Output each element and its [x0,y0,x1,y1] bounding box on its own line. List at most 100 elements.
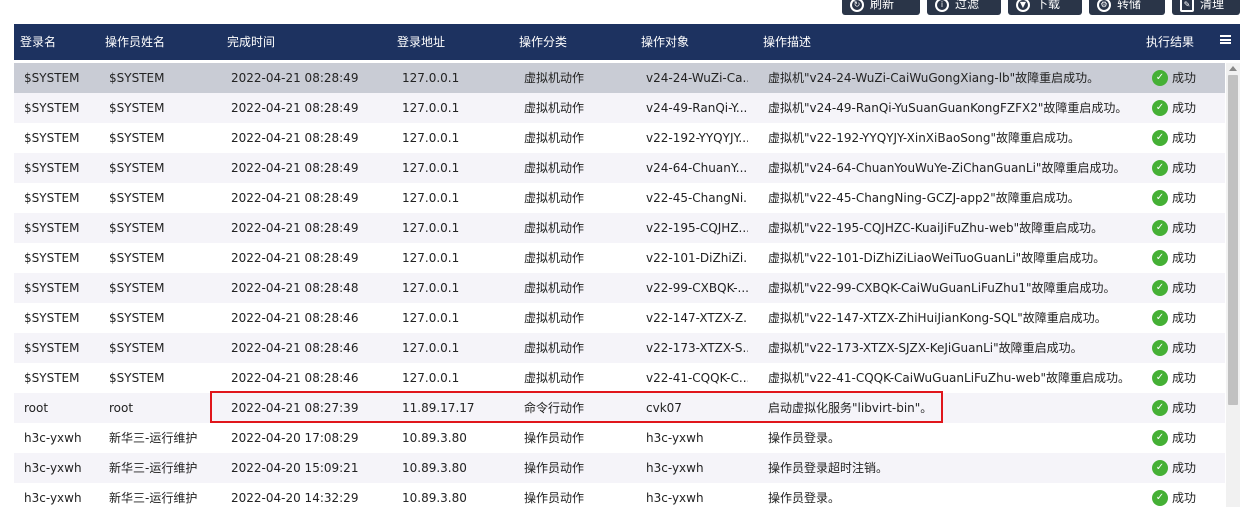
cell-operation-description: 操作员登录。 [768,491,841,505]
column-header-operator-name[interactable]: 操作员姓名 [105,24,165,60]
column-header-operation-target[interactable]: 操作对象 [641,24,689,60]
cell-finish-time: 2022-04-21 08:28:48 [231,281,359,295]
table-row[interactable]: $SYSTEM $SYSTEM 2022-04-21 08:28:49 127.0.0… [14,153,1225,183]
success-check-icon: ✓ [1152,370,1168,386]
cell-login-address: 127.0.0.1 [402,101,460,115]
filter-icon: i [935,0,949,12]
cell-operator-name: $SYSTEM [109,371,165,385]
cell-login-address: 127.0.0.1 [402,371,460,385]
cell-operation-target: v22-195-CQJHZ... [646,221,748,235]
column-header-finish-time[interactable]: 完成时间 [227,24,275,60]
cell-finish-time: 2022-04-21 08:28:49 [231,131,359,145]
cell-operator-name: 新华三-运行维护 [109,491,198,505]
cell-finish-time: 2022-04-21 08:28:49 [231,191,359,205]
scrollbar-thumb[interactable] [1228,75,1238,405]
success-check-icon: ✓ [1152,400,1168,416]
cell-result: ✓ 成功 [1152,183,1222,213]
scroll-up-arrow-icon[interactable] [1229,66,1237,71]
table-row[interactable]: $SYSTEM $SYSTEM 2022-04-21 08:28:49 127.0.0… [14,123,1225,153]
cell-finish-time: 2022-04-21 08:28:46 [231,311,359,325]
cell-operation-target: cvk07 [646,401,682,415]
cell-operator-name: 新华三-运行维护 [109,431,198,445]
cell-result: ✓ 成功 [1152,63,1222,93]
table-row[interactable]: $SYSTEM $SYSTEM 2022-04-21 08:28:49 127.0.0… [14,93,1225,123]
cell-login-address: 127.0.0.1 [402,131,460,145]
cell-login-name: $SYSTEM [24,191,80,205]
column-header-operation-description[interactable]: 操作描述 [763,24,811,60]
result-label: 成功 [1172,281,1197,295]
table-row[interactable]: h3c-yxwh 新华三-运行维护 2022-04-20 17:08:29 10.89… [14,423,1225,453]
table-row[interactable]: $SYSTEM $SYSTEM 2022-04-21 08:28:46 127.0.0… [14,303,1225,333]
table-row[interactable]: $SYSTEM $SYSTEM 2022-04-21 08:28:49 127.0.0… [14,183,1225,213]
cell-operator-name: $SYSTEM [109,161,165,175]
cell-operator-name: $SYSTEM [109,71,165,85]
cell-login-name: h3c-yxwh [24,431,82,445]
refresh-button[interactable]: ↻ 刷新 [842,0,920,15]
cell-operation-target: v24-64-ChuanY... [646,161,748,175]
refresh-icon: ↻ [850,0,864,12]
cell-operation-category: 虚拟机动作 [524,341,585,355]
cell-operation-category: 操作员动作 [524,431,585,445]
cell-result: ✓ 成功 [1152,243,1222,273]
cell-login-name: h3c-yxwh [24,461,82,475]
success-check-icon: ✓ [1152,220,1168,236]
cell-operation-category: 操作员动作 [524,461,585,475]
column-menu-icon[interactable] [1220,35,1231,44]
table-row[interactable]: $SYSTEM $SYSTEM 2022-04-21 08:28:46 127.0.0… [14,363,1225,393]
cell-login-name: $SYSTEM [24,341,80,355]
cell-login-name: $SYSTEM [24,311,80,325]
cell-operation-description: 启动虚拟化服务"libvirt-bin"。 [768,401,933,415]
cell-login-address: 127.0.0.1 [402,281,460,295]
cell-operation-description: 操作员登录超时注销。 [768,461,889,475]
cell-operation-category: 虚拟机动作 [524,101,585,115]
cell-login-address: 127.0.0.1 [402,191,460,205]
cell-result: ✓ 成功 [1152,423,1222,453]
column-header-operation-category[interactable]: 操作分类 [519,24,567,60]
export-button[interactable]: ⚙ 转储 [1089,0,1165,15]
column-header-login-address[interactable]: 登录地址 [397,24,445,60]
cell-login-name: $SYSTEM [24,281,80,295]
cell-login-address: 10.89.3.80 [402,461,467,475]
table-row[interactable]: $SYSTEM $SYSTEM 2022-04-21 08:28:46 127.0.0… [14,333,1225,363]
table-row[interactable]: h3c-yxwh 新华三-运行维护 2022-04-20 14:32:29 10.89… [14,483,1225,507]
cell-operator-name: $SYSTEM [109,251,165,265]
column-header-result[interactable]: 执行结果 [1146,24,1194,60]
table-row[interactable]: $SYSTEM $SYSTEM 2022-04-21 08:28:48 127.0.0… [14,273,1225,303]
success-check-icon: ✓ [1152,250,1168,266]
success-check-icon: ✓ [1152,130,1168,146]
cell-finish-time: 2022-04-21 08:28:49 [231,221,359,235]
cell-operation-target: v24-49-RanQi-Y... [646,101,748,115]
cell-login-address: 10.89.3.80 [402,431,467,445]
cell-result: ✓ 成功 [1152,453,1222,483]
table-row[interactable]: $SYSTEM $SYSTEM 2022-04-21 08:28:49 127.0.0… [14,213,1225,243]
table-row[interactable]: $SYSTEM $SYSTEM 2022-04-21 08:28:49 127.0.0… [14,63,1225,93]
table-row[interactable]: h3c-yxwh 新华三-运行维护 2022-04-20 15:09:21 10.89… [14,453,1225,483]
table-row[interactable]: root root 2022-04-21 08:27:39 11.89.17.17 命令… [14,393,1225,423]
cell-operator-name: 新华三-运行维护 [109,461,198,475]
success-check-icon: ✓ [1152,430,1168,446]
filter-button[interactable]: i 过滤 [927,0,1001,15]
success-check-icon: ✓ [1152,310,1168,326]
cell-login-name: $SYSTEM [24,71,80,85]
column-header-login[interactable]: 登录名 [20,24,56,60]
cell-finish-time: 2022-04-21 08:28:49 [231,71,359,85]
cell-operator-name: $SYSTEM [109,341,165,355]
cell-result: ✓ 成功 [1152,483,1222,507]
success-check-icon: ✓ [1152,100,1168,116]
result-label: 成功 [1172,161,1197,175]
download-button[interactable]: ▼ 下载 [1008,0,1082,15]
cell-operation-category: 虚拟机动作 [524,191,585,205]
vertical-scrollbar[interactable] [1226,63,1240,507]
result-label: 成功 [1172,71,1197,85]
cell-operation-description: 虚拟机"v22-192-YYQYJY-XinXiBaoSong"故障重启成功。 [768,131,1080,145]
success-check-icon: ✓ [1152,460,1168,476]
cell-login-name: $SYSTEM [24,221,80,235]
clear-button[interactable]: ✎ 清理 [1172,0,1240,15]
result-label: 成功 [1172,311,1197,325]
success-check-icon: ✓ [1152,340,1168,356]
cell-operation-description: 虚拟机"v22-99-CXBQK-CaiWuGuanLiFuZhu1"故障重启成… [768,281,1116,295]
table-row[interactable]: $SYSTEM $SYSTEM 2022-04-21 08:28:49 127.0.0… [14,243,1225,273]
cell-login-address: 127.0.0.1 [402,311,460,325]
cell-login-address: 127.0.0.1 [402,221,460,235]
cell-operation-target: v22-192-YYQYJY... [646,131,748,145]
